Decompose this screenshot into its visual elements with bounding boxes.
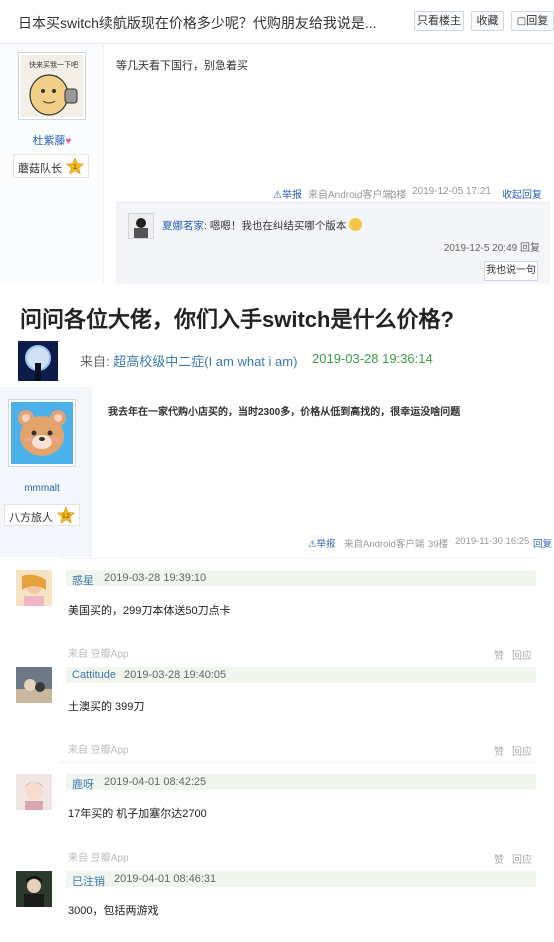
question-author-avatar[interactable]: [18, 341, 58, 381]
comment-text: 3000，包括两游戏: [68, 905, 159, 917]
sub-reply-time: 2019-12-5 20:49: [443, 243, 518, 254]
post-username[interactable]: 杜紫藤♥: [0, 132, 104, 148]
comment-source: 来自 豆瓣App: [68, 853, 129, 864]
comment-time: 2019-03-28 19:40:05: [124, 669, 227, 681]
comment-time: 2019-04-01 08:42:25: [104, 776, 207, 788]
report-link-2[interactable]: ⚠举报: [308, 536, 336, 550]
comment-text: 17年买的 机子加塞尔达2700: [68, 808, 207, 820]
sub-reply-meta: 2019-12-5 20:49 回复: [444, 239, 540, 254]
rank-level: 1: [73, 163, 77, 171]
like-link[interactable]: 赞: [494, 647, 504, 662]
only-op-button[interactable]: 只看楼主: [414, 11, 464, 31]
respond-link[interactable]: 回应: [512, 743, 532, 758]
post-content: 等几天看下国行，别急着买: [116, 60, 248, 72]
post2-source: 来自Android客户端: [344, 539, 425, 550]
username-text[interactable]: 杜紫藤: [33, 135, 66, 147]
comment-avatar[interactable]: [16, 667, 52, 703]
from-label: 来自:: [80, 354, 114, 369]
emoji-icon: [349, 218, 363, 231]
rank-text-2: 八方旅人: [9, 512, 53, 524]
sub-reply-box: 夏娜茗家: 嗯嗯！我也在纠结买哪个版本 2019-12-5 20:49 回复 我…: [116, 202, 550, 284]
rank-badge: 蘑菇队长 1: [13, 154, 89, 178]
svg-text:快来买我一下吧: 快来买我一下吧: [29, 60, 78, 69]
thread-header: 日本买switch续航版现在价格多少呢？代购朋友给我说是... 只看楼主 收藏 …: [0, 0, 554, 44]
favorite-button[interactable]: 收藏: [471, 11, 504, 31]
avatar[interactable]: 快来买我一下吧: [18, 52, 86, 120]
comment-user[interactable]: 已注销: [72, 873, 105, 889]
question-from: 来自: 超高校级中二症(I am what i am): [80, 351, 297, 370]
comment-time: 2019-03-28 19:39:10: [104, 572, 207, 584]
comment-time: 2019-04-01 08:46:31: [114, 873, 217, 885]
say-something-button[interactable]: 我也说一句: [484, 261, 538, 281]
comment-user[interactable]: 惑星: [72, 572, 94, 588]
divider: [60, 762, 538, 764]
comment-icon: ▢: [516, 16, 527, 27]
comment-avatar[interactable]: [16, 570, 52, 606]
post-floor: 3楼: [391, 190, 407, 201]
comment-avatar[interactable]: [16, 871, 52, 907]
thread-title[interactable]: 日本买switch续航版现在价格多少呢？代购朋友给我说是...: [18, 13, 377, 33]
sub-reply-avatar[interactable]: [128, 213, 154, 239]
post2-reply-link[interactable]: 回复: [533, 536, 552, 550]
question-title: 问问各位大佬，你们入手switch是什么价格?: [20, 307, 454, 332]
rank-text: 蘑菇队长: [18, 163, 62, 175]
comment-source: 来自 豆瓣App: [68, 649, 129, 660]
reply-button-label: 回复: [526, 15, 549, 27]
rank-badge-2: 八方旅人 12: [4, 504, 80, 526]
like-link[interactable]: 赞: [494, 851, 504, 866]
sub-reply-sep: :: [204, 220, 207, 232]
comment-text: 美国买的，299刀本体送50刀点卡: [68, 605, 231, 617]
star-icon: 12: [56, 506, 76, 524]
question-time: 2019-03-28 19:36:14: [312, 351, 433, 366]
sub-reply-reply-link[interactable]: 回复: [520, 243, 540, 254]
star-icon: 1: [65, 157, 85, 175]
post-time: 2019-12-05 17:21: [412, 186, 491, 197]
like-link[interactable]: 赞: [494, 743, 504, 758]
warning-icon: ⚠: [308, 539, 317, 550]
report-label-2: 举报: [316, 539, 336, 550]
warning-icon: ⚠: [273, 190, 282, 201]
collapse-replies-link[interactable]: 收起回复: [502, 186, 542, 201]
comment-user[interactable]: 鹿呀: [72, 776, 94, 792]
report-label: 举报: [281, 190, 302, 201]
respond-link[interactable]: 回应: [512, 851, 532, 866]
post2-username[interactable]: mmmalt: [0, 483, 84, 494]
question-author[interactable]: 超高校级中二症(I am what i am): [113, 354, 297, 369]
post2-floor: 39楼: [428, 539, 449, 550]
thread-section: 日本买switch续航版现在价格多少呢？代购朋友给我说是... 只看楼主 收藏 …: [0, 0, 554, 284]
report-link[interactable]: ⚠举报: [273, 186, 302, 201]
comment-user[interactable]: Cattitude: [72, 669, 116, 681]
respond-link[interactable]: 回应: [512, 647, 532, 662]
comment-text: 土澳买的 399刀: [68, 701, 145, 713]
heart-icon: ♥: [65, 136, 72, 147]
post2-content: 我去年在一家代购小店买的，当时2300多，价格从低到高找的，很幸运没啥问题: [108, 407, 461, 418]
sub-reply-text: 嗯嗯！我也在纠结买哪个版本: [209, 220, 347, 232]
comment-avatar[interactable]: [16, 774, 52, 810]
divider: [60, 558, 538, 560]
comment-source: 来自 豆瓣App: [68, 745, 129, 756]
post2-time: 2019-11-30 16:25: [455, 536, 530, 547]
sub-reply-user[interactable]: 夏娜茗家: [162, 220, 204, 232]
post-source: 来自Android客户端: [308, 190, 393, 201]
sub-reply-line: 夏娜茗家: 嗯嗯！我也在纠结买哪个版本: [162, 218, 363, 233]
avatar-2[interactable]: [8, 399, 76, 467]
reply-button[interactable]: ▢回复: [511, 11, 554, 31]
rank-level-2: 12: [62, 512, 70, 520]
